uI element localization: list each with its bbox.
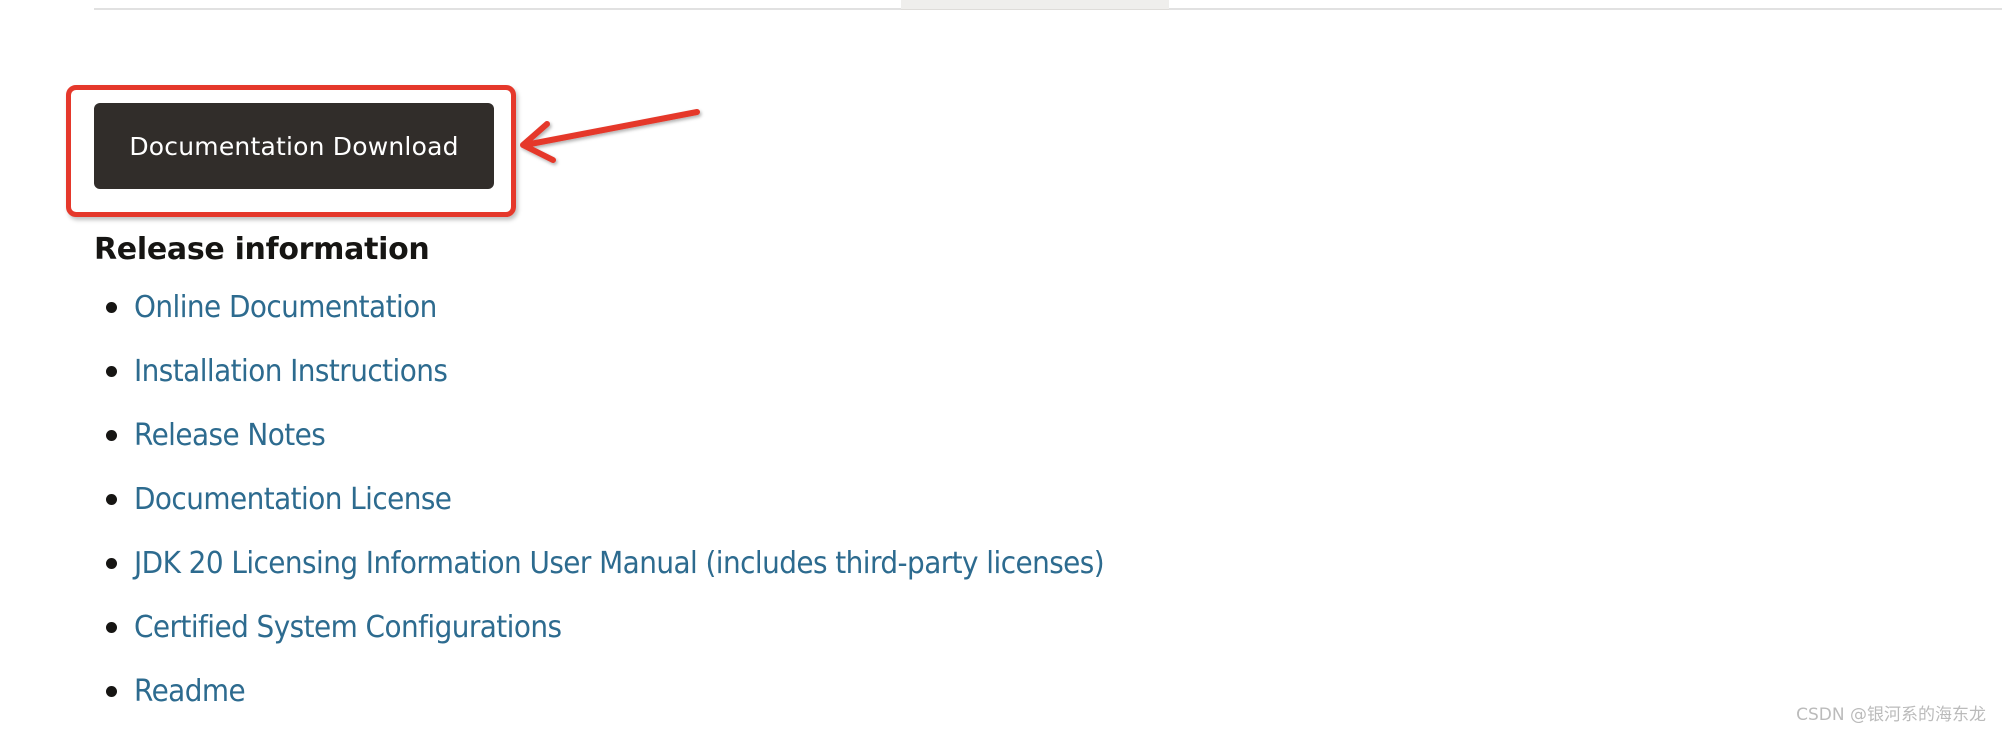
bullet-icon <box>106 686 117 697</box>
list-item-licensing-information: JDK 20 Licensing Information User Manual… <box>94 540 1177 604</box>
readme-link[interactable]: Readme <box>134 668 246 716</box>
online-documentation-link[interactable]: Online Documentation <box>134 284 437 332</box>
bullet-icon <box>106 430 117 441</box>
bullet-icon <box>106 622 117 633</box>
documentation-download-button[interactable]: Documentation Download <box>94 103 494 189</box>
list-item-documentation-license: Documentation License <box>94 476 1177 540</box>
certified-system-configurations-link[interactable]: Certified System Configurations <box>134 604 562 652</box>
release-notes-link[interactable]: Release Notes <box>134 412 326 460</box>
installation-instructions-link[interactable]: Installation Instructions <box>134 348 448 396</box>
release-information-list: Online Documentation Installation Instru… <box>94 284 1177 732</box>
list-item-certified-system-configurations: Certified System Configurations <box>94 604 1177 668</box>
bullet-icon <box>106 302 117 313</box>
arrow-head <box>520 121 556 163</box>
documentation-license-link[interactable]: Documentation License <box>134 476 452 524</box>
top-nav-tab[interactable] <box>901 0 1169 10</box>
watermark: CSDN @银河系的海东龙 <box>1796 705 1986 725</box>
list-item-readme: Readme <box>94 668 1177 732</box>
list-item-release-notes: Release Notes <box>94 412 1177 476</box>
release-information-heading: Release information <box>94 232 430 267</box>
bullet-icon <box>106 558 117 569</box>
arrow-shaft <box>522 109 700 148</box>
bullet-icon <box>106 494 117 505</box>
bullet-icon <box>106 366 117 377</box>
annotation-arrow-icon <box>520 109 700 163</box>
list-item-installation-instructions: Installation Instructions <box>94 348 1177 412</box>
licensing-information-link[interactable]: JDK 20 Licensing Information User Manual… <box>134 540 1105 588</box>
list-item-online-documentation: Online Documentation <box>94 284 1177 348</box>
